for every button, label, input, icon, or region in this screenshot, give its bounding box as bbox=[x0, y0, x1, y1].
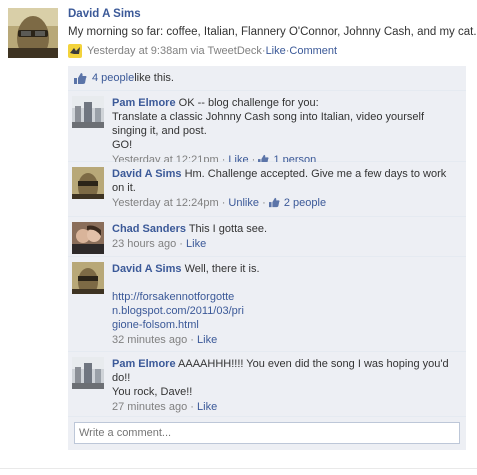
divider bbox=[0, 468, 477, 469]
thumbs-up-icon bbox=[74, 72, 87, 85]
comment-text: GO! bbox=[112, 139, 133, 151]
post-like-link[interactable]: Like bbox=[266, 45, 286, 57]
post-comment-link[interactable]: Comment bbox=[289, 45, 337, 57]
comment-url-link[interactable]: http://forsakennotforgotte bbox=[112, 291, 234, 303]
separator: · bbox=[262, 197, 269, 209]
write-comment-area bbox=[68, 417, 466, 450]
post-author[interactable]: David A Sims bbox=[68, 8, 141, 20]
comment-like-link[interactable]: Like bbox=[197, 401, 217, 413]
comment-author[interactable]: David A Sims bbox=[112, 263, 182, 275]
likes-people-link[interactable]: 4 people bbox=[92, 72, 134, 84]
feedback-panel: 4 people like this. Pam Elmore OK -- blo… bbox=[68, 66, 466, 450]
comment-url-link[interactable]: gione-folsom.html bbox=[112, 319, 199, 331]
commenter-avatar[interactable] bbox=[72, 357, 104, 389]
bird-icon bbox=[68, 44, 82, 58]
comment-author[interactable]: Chad Sanders bbox=[112, 223, 186, 235]
commenter-avatar[interactable] bbox=[72, 262, 104, 294]
comment-timestamp: 23 hours ago bbox=[112, 238, 177, 250]
comment-author[interactable]: Pam Elmore bbox=[112, 358, 176, 370]
likes-summary: 4 people like this. bbox=[68, 66, 466, 91]
comment-text: Well, there it is. bbox=[184, 263, 260, 275]
commenter-avatar[interactable] bbox=[72, 96, 104, 128]
comment-item: David A Sims Hm. Challenge accepted. Giv… bbox=[68, 162, 466, 217]
comment-timestamp: 32 minutes ago bbox=[112, 334, 188, 346]
comment-likes-count[interactable]: 2 people bbox=[284, 197, 326, 209]
commenter-avatar[interactable] bbox=[72, 222, 104, 254]
comment-item: Chad Sanders This I gotta see. 23 hours … bbox=[68, 217, 466, 257]
comment-text: Translate a classic Johnny Cash song int… bbox=[112, 111, 425, 137]
comment-like-link[interactable]: Like bbox=[186, 238, 206, 250]
author-avatar[interactable] bbox=[8, 8, 58, 58]
comment-unlike-link[interactable]: Unlike bbox=[228, 197, 259, 209]
comment-text: This I gotta see. bbox=[188, 223, 268, 235]
comment-item: Pam Elmore AAAAHHH!!!! You even did the … bbox=[68, 352, 466, 417]
comment-url-link[interactable]: n.blogspot.com/2011/03/pri bbox=[112, 305, 244, 317]
comment-text: OK -- blog challenge for you: bbox=[178, 97, 319, 109]
separator: · bbox=[190, 334, 198, 346]
comment-like-link[interactable]: Like bbox=[197, 334, 217, 346]
comment-timestamp: Yesterday at 12:24pm bbox=[112, 197, 219, 209]
feed-post: David A Sims My morning so far: coffee, … bbox=[0, 0, 477, 475]
post-meta: Yesterday at 9:38am via TweetDeck · Like… bbox=[68, 44, 337, 58]
separator: · bbox=[190, 401, 198, 413]
commenter-avatar[interactable] bbox=[72, 167, 104, 199]
comment-text: You rock, Dave!! bbox=[112, 386, 193, 398]
comment-meta: 27 minutes ago · Like bbox=[112, 400, 460, 415]
thumbs-up-icon bbox=[268, 197, 280, 208]
comment-meta: 32 minutes ago · Like bbox=[112, 333, 460, 348]
comment-item: David A Sims Well, there it is. http://f… bbox=[68, 257, 466, 352]
comment-author[interactable]: Pam Elmore bbox=[112, 97, 176, 109]
comment-meta: 23 hours ago · Like bbox=[112, 237, 460, 252]
write-comment-input[interactable] bbox=[74, 422, 460, 444]
separator: · bbox=[179, 238, 187, 250]
comment-meta: Yesterday at 12:24pm · Unlike · 2 people bbox=[112, 196, 460, 211]
post-timestamp: Yesterday at 9:38am via TweetDeck bbox=[87, 45, 262, 57]
comment-item: Pam Elmore OK -- blog challenge for you:… bbox=[68, 91, 466, 166]
comment-author[interactable]: David A Sims bbox=[112, 168, 182, 180]
comment-timestamp: 27 minutes ago bbox=[112, 401, 188, 413]
post-status-text: My morning so far: coffee, Italian, Flan… bbox=[68, 26, 477, 38]
likes-suffix: like this. bbox=[134, 72, 174, 84]
